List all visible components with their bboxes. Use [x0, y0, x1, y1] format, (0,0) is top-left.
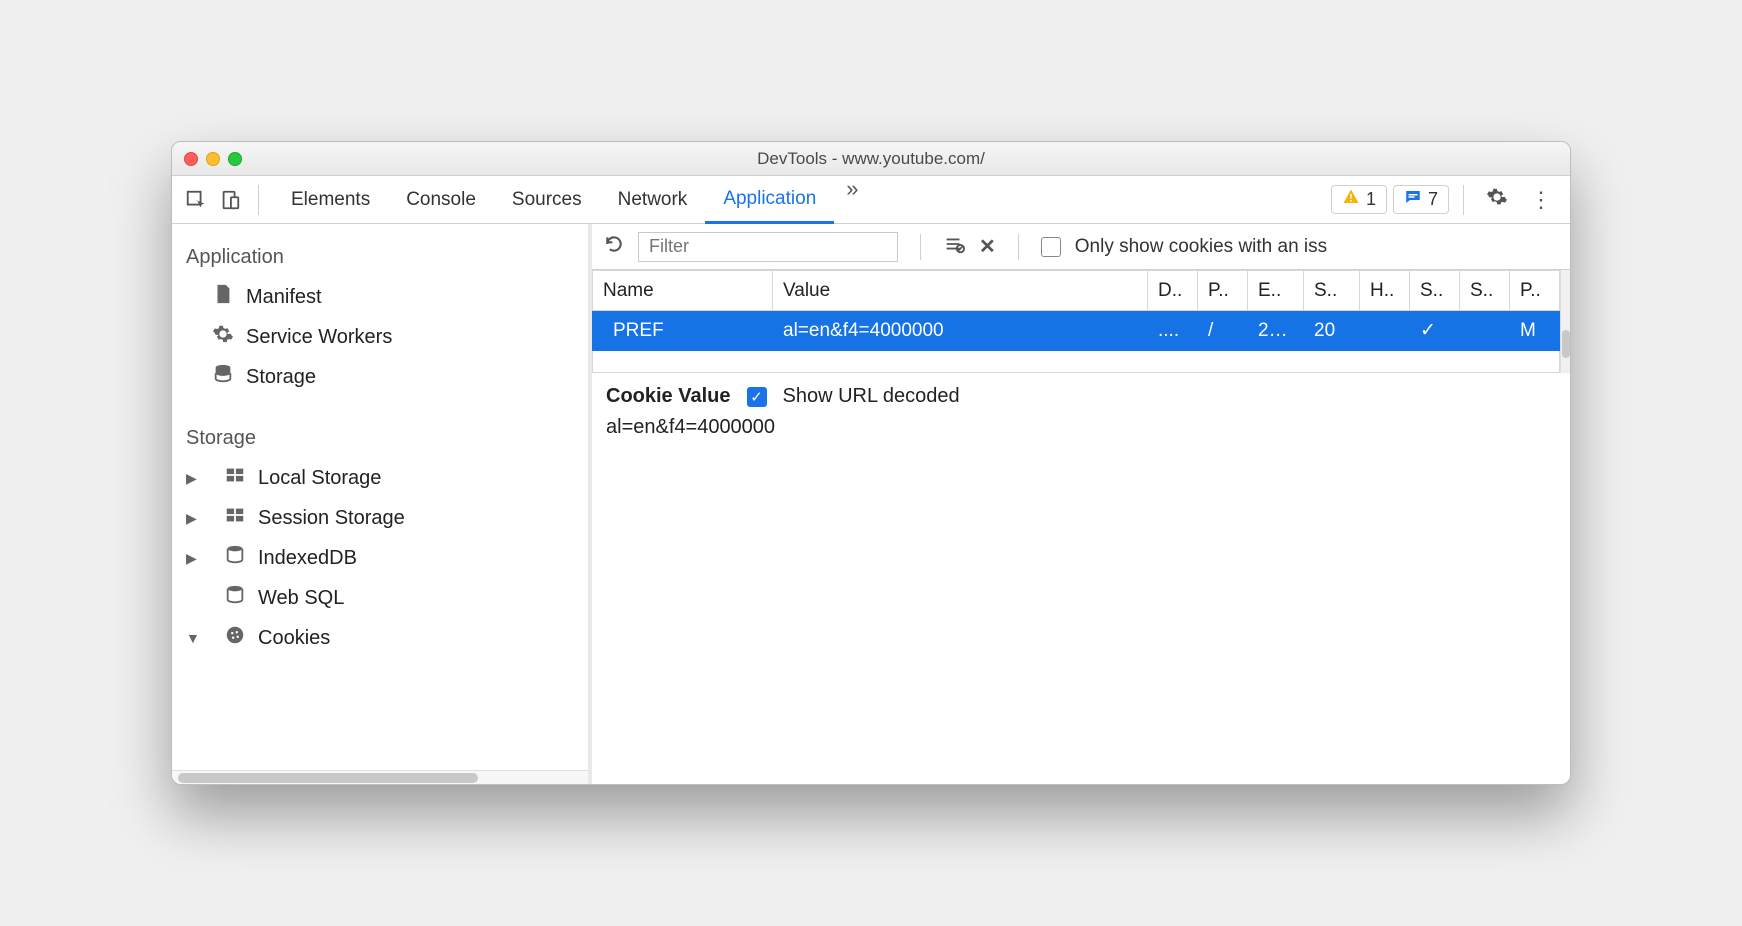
table-row[interactable]: PREF al=en&f4=4000000 .... / 2… 20 ✓ M — [593, 311, 1560, 351]
cookies-table-wrap: Name Value D.. P.. E.. S.. H.. S.. S.. P… — [592, 270, 1570, 373]
inspect-icon[interactable] — [182, 186, 210, 214]
col-domain[interactable]: D.. — [1148, 271, 1198, 311]
col-secure[interactable]: S.. — [1410, 271, 1460, 311]
db-icon — [224, 584, 246, 612]
cell-value: al=en&f4=4000000 — [773, 311, 1148, 351]
chevron-right-icon: ▶ — [186, 510, 200, 527]
only-issue-label: Only show cookies with an iss — [1075, 236, 1327, 258]
sidebar-item-label: Web SQL — [258, 587, 344, 610]
file-icon — [212, 283, 234, 311]
table-vertical-scrollbar[interactable] — [1560, 270, 1570, 373]
sidebar-section-storage: Storage — [172, 415, 588, 458]
show-url-decoded-label: Show URL decoded — [783, 385, 960, 408]
tab-console[interactable]: Console — [388, 176, 494, 223]
application-sidebar: Application Manifest Service Workers Sto… — [172, 224, 592, 784]
show-url-decoded-checkbox[interactable] — [747, 387, 767, 407]
sidebar-item-label: Storage — [246, 366, 316, 389]
more-tabs-icon[interactable]: » — [834, 176, 870, 223]
messages-badge[interactable]: 7 — [1393, 185, 1449, 214]
cell-samesite — [1460, 311, 1510, 351]
sidebar-item-label: IndexedDB — [258, 547, 357, 570]
warning-icon — [1342, 188, 1360, 211]
col-expires[interactable]: E.. — [1248, 271, 1304, 311]
table-icon — [224, 464, 246, 492]
warnings-count: 1 — [1366, 189, 1376, 210]
sidebar-item-label: Manifest — [246, 286, 322, 309]
sidebar-item-indexeddb[interactable]: ▶ IndexedDB — [172, 538, 588, 578]
separator — [1018, 234, 1019, 260]
cell-path: / — [1198, 311, 1248, 351]
col-size[interactable]: S.. — [1304, 271, 1360, 311]
sidebar-item-label: Session Storage — [258, 507, 405, 530]
sidebar-item-manifest[interactable]: Manifest — [172, 277, 588, 317]
tab-elements[interactable]: Elements — [273, 176, 388, 223]
clear-all-icon[interactable] — [943, 233, 965, 261]
window-title: DevTools - www.youtube.com/ — [172, 149, 1570, 169]
filter-input[interactable] — [638, 232, 898, 262]
cell-size: 20 — [1304, 311, 1360, 351]
col-name[interactable]: Name — [593, 271, 773, 311]
table-row-empty — [593, 351, 1560, 373]
titlebar: DevTools - www.youtube.com/ — [172, 142, 1570, 176]
col-value[interactable]: Value — [773, 271, 1148, 311]
col-path[interactable]: P.. — [1198, 271, 1248, 311]
separator — [920, 234, 921, 260]
sidebar-item-storage[interactable]: Storage — [172, 357, 588, 397]
cell-expires: 2… — [1248, 311, 1304, 351]
table-header-row: Name Value D.. P.. E.. S.. H.. S.. S.. P… — [593, 271, 1560, 311]
tab-application[interactable]: Application — [705, 176, 834, 224]
sidebar-item-label: Local Storage — [258, 467, 381, 490]
settings-icon[interactable] — [1478, 186, 1516, 214]
gear-icon — [212, 323, 234, 351]
col-priority[interactable]: P.. — [1510, 271, 1560, 311]
col-samesite[interactable]: S.. — [1460, 271, 1510, 311]
sidebar-item-label: Service Workers — [246, 326, 392, 349]
db-icon — [212, 363, 234, 391]
sidebar-item-service-workers[interactable]: Service Workers — [172, 317, 588, 357]
cell-domain: .... — [1148, 311, 1198, 351]
sidebar-item-cookies[interactable]: ▼ Cookies — [172, 618, 588, 658]
separator — [258, 185, 259, 215]
device-toggle-icon[interactable] — [216, 186, 244, 214]
devtools-toolbar: Elements Console Sources Network Applica… — [172, 176, 1570, 224]
sidebar-horizontal-scrollbar[interactable] — [172, 770, 588, 784]
panel-tabs: Elements Console Sources Network Applica… — [273, 176, 871, 223]
cookie-value-heading: Cookie Value — [606, 385, 731, 408]
cell-secure: ✓ — [1410, 311, 1460, 351]
cookie-value-panel: Cookie Value Show URL decoded al=en&f4=4… — [592, 373, 1570, 451]
refresh-icon[interactable] — [604, 234, 624, 260]
table-icon — [224, 504, 246, 532]
message-icon — [1404, 188, 1422, 211]
devtools-window: DevTools - www.youtube.com/ Elements Con… — [171, 141, 1571, 785]
messages-count: 7 — [1428, 189, 1438, 210]
chevron-right-icon: ▶ — [186, 470, 200, 487]
tab-sources[interactable]: Sources — [494, 176, 600, 223]
separator — [1463, 185, 1464, 215]
sidebar-section-application: Application — [172, 234, 588, 277]
cookies-toolbar: ✕ Only show cookies with an iss — [592, 224, 1570, 270]
col-httponly[interactable]: H.. — [1360, 271, 1410, 311]
sidebar-item-local-storage[interactable]: ▶ Local Storage — [172, 458, 588, 498]
chevron-right-icon: ▶ — [186, 550, 200, 567]
cookies-table: Name Value D.. P.. E.. S.. H.. S.. S.. P… — [592, 270, 1560, 373]
db-icon — [224, 544, 246, 572]
sidebar-item-websql[interactable]: ▶ Web SQL — [172, 578, 588, 618]
cell-priority: M — [1510, 311, 1560, 351]
cookies-panel: ✕ Only show cookies with an iss Name Val… — [592, 224, 1570, 784]
sidebar-item-session-storage[interactable]: ▶ Session Storage — [172, 498, 588, 538]
cell-httponly — [1360, 311, 1410, 351]
warnings-badge[interactable]: 1 — [1331, 185, 1387, 214]
chevron-down-icon: ▼ — [186, 630, 200, 646]
kebab-menu-icon[interactable]: ⋮ — [1522, 187, 1560, 213]
cell-name: PREF — [593, 311, 773, 351]
panel-body: Application Manifest Service Workers Sto… — [172, 224, 1570, 784]
only-issue-checkbox[interactable] — [1041, 237, 1061, 257]
cookie-value-text: al=en&f4=4000000 — [606, 416, 1556, 439]
sidebar-item-label: Cookies — [258, 627, 330, 650]
cookie-icon — [224, 624, 246, 652]
delete-icon[interactable]: ✕ — [979, 234, 996, 259]
tab-network[interactable]: Network — [600, 176, 706, 223]
